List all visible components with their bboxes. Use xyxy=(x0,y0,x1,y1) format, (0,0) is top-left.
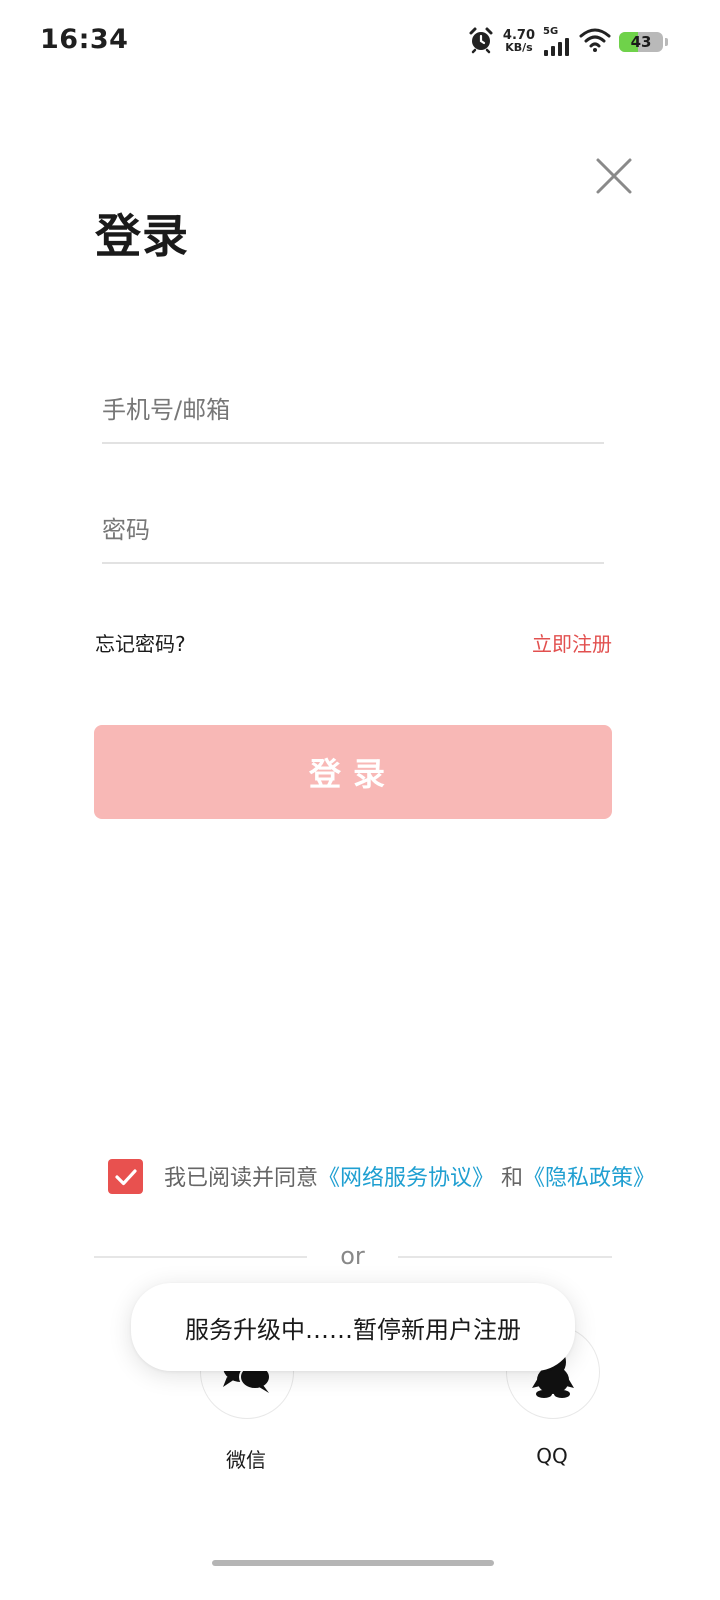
wifi-icon xyxy=(579,27,611,57)
home-indicator[interactable] xyxy=(212,1560,494,1566)
privacy-policy-link[interactable]: 《隐私政策》 xyxy=(523,1166,655,1191)
cellular-signal: 5G xyxy=(543,27,571,57)
alarm-icon xyxy=(467,26,495,58)
page-title: 登录 xyxy=(95,209,189,263)
forgot-password-link[interactable]: 忘记密码? xyxy=(95,628,186,657)
status-icons: 4.70 KB/s 5G 43 xyxy=(467,26,668,58)
agreement-checkbox[interactable] xyxy=(108,1159,143,1194)
check-icon xyxy=(114,1168,137,1185)
wechat-label: 微信 xyxy=(226,1448,266,1472)
battery-icon: 43 xyxy=(619,32,663,52)
password-input[interactable] xyxy=(102,498,604,564)
close-icon[interactable] xyxy=(594,156,634,196)
service-agreement-link[interactable]: 《网络服务协议》 xyxy=(318,1166,494,1191)
login-button[interactable]: 登录 xyxy=(94,725,612,819)
battery-tip xyxy=(665,38,668,46)
or-divider-text: or xyxy=(340,1242,365,1270)
toast-message: 服务升级中……暂停新用户注册 xyxy=(131,1283,575,1371)
net-speed: 4.70 KB/s xyxy=(502,28,535,54)
status-time: 16:34 xyxy=(40,24,129,55)
signal-icon xyxy=(544,38,569,56)
register-link[interactable]: 立即注册 xyxy=(532,628,612,657)
agreement-text: 我已阅读并同意《网络服务协议》 和《隐私政策》 xyxy=(164,1166,656,1191)
account-input[interactable] xyxy=(102,378,604,444)
qq-label: QQ xyxy=(536,1444,568,1468)
